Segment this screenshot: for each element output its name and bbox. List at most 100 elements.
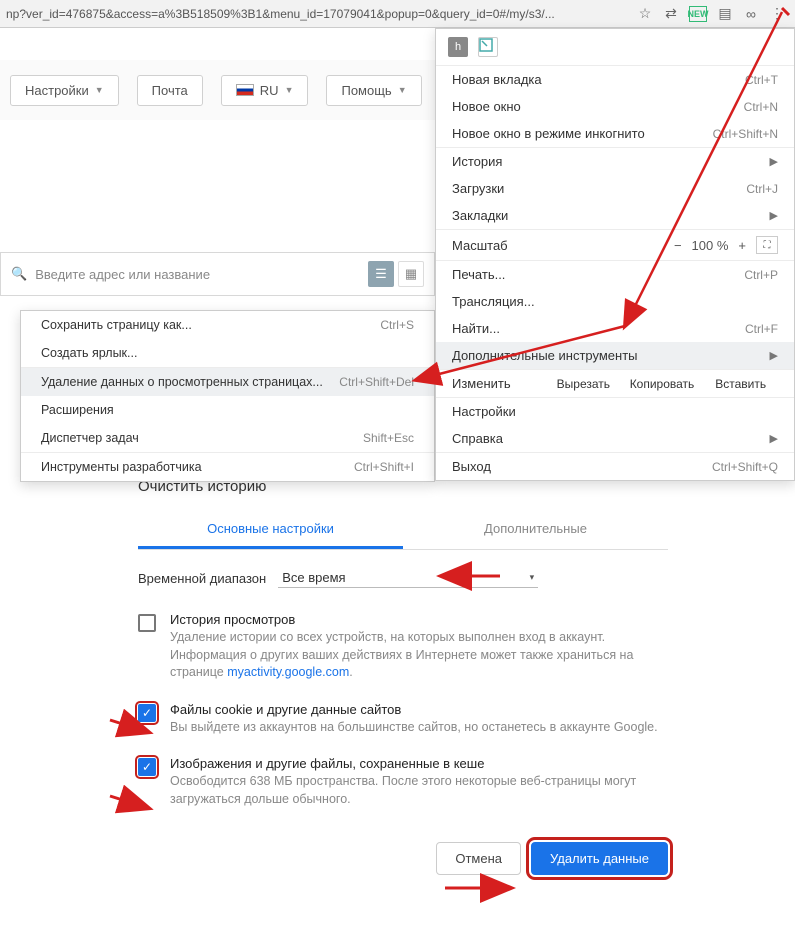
edit-label: Изменить: [452, 376, 542, 391]
label: История: [452, 154, 502, 169]
submenu-extensions[interactable]: Расширения: [21, 396, 434, 424]
label: Выход: [452, 459, 491, 474]
list-view-icon[interactable]: ☰: [368, 261, 394, 287]
option-cookies-row: ✓ Файлы cookie и другие данные сайтов Вы…: [138, 692, 668, 747]
menu-incognito[interactable]: Новое окно в режиме инкогнито Ctrl+Shift…: [436, 120, 794, 147]
chrome-menu-icon[interactable]: ⋮: [769, 6, 785, 22]
label: Удаление данных о просмотренных страница…: [41, 375, 323, 389]
range-label: Временной диапазон: [138, 571, 266, 586]
label: Справка: [452, 431, 503, 446]
submenu-arrow-icon: ▶: [770, 349, 778, 362]
grid-view-icon[interactable]: ▦: [398, 261, 424, 287]
settings-label: Настройки: [25, 83, 89, 98]
shortcut: Ctrl+Shift+Del: [339, 375, 414, 389]
search-input[interactable]: Введите адрес или название: [35, 267, 364, 282]
chevron-down-icon: ▾: [530, 572, 535, 583]
menu-print[interactable]: Печать... Ctrl+P: [436, 261, 794, 288]
mail-button[interactable]: Почта: [137, 75, 203, 106]
cache-checkbox[interactable]: ✓: [138, 758, 156, 776]
chevron-down-icon: ▼: [398, 85, 407, 95]
paste-button[interactable]: Вставить: [703, 377, 778, 391]
menu-account-row: h: [436, 29, 794, 65]
site-toolbar: Настройки ▼ Почта RU ▼ Помощь ▼: [0, 60, 435, 120]
clear-data-button[interactable]: Удалить данные: [531, 842, 668, 875]
submenu-dev-tools[interactable]: Инструменты разработчика Ctrl+Shift+I: [21, 453, 434, 481]
menu-bookmarks[interactable]: Закладки ▶: [436, 202, 794, 229]
label: Создать ярлык...: [41, 346, 137, 360]
label: Расширения: [41, 403, 114, 417]
tab-advanced[interactable]: Дополнительные: [403, 511, 668, 549]
time-range-row: Временной диапазон Все время ▾: [138, 550, 668, 602]
bookmark-star-icon[interactable]: ☆: [637, 6, 653, 22]
submenu-create-shortcut[interactable]: Создать ярлык...: [21, 339, 434, 367]
menu-downloads[interactable]: Загрузки Ctrl+J: [436, 175, 794, 202]
label: Диспетчер задач: [41, 431, 139, 445]
cookies-desc: Вы выйдете из аккаунтов на большинстве с…: [170, 719, 658, 737]
zoom-out-button[interactable]: −: [674, 238, 682, 253]
shortcut: Ctrl+N: [744, 100, 778, 114]
menu-help[interactable]: Справка ▶: [436, 425, 794, 452]
address-search-row: 🔍 Введите адрес или название ☰ ▦: [0, 252, 435, 296]
zoom-in-button[interactable]: +: [738, 238, 746, 253]
shortcut: Ctrl+T: [745, 73, 778, 87]
menu-find[interactable]: Найти... Ctrl+F: [436, 315, 794, 342]
search-icon: 🔍: [11, 266, 27, 282]
submenu-save-page[interactable]: Сохранить страницу как... Ctrl+S: [21, 311, 434, 339]
fullscreen-icon[interactable]: ⛶: [756, 236, 778, 254]
option-history-row: История просмотров Удаление истории со в…: [138, 602, 668, 692]
zoom-label: Масштаб: [452, 238, 662, 253]
menu-history[interactable]: История ▶: [436, 148, 794, 175]
menu-more-tools[interactable]: Дополнительные инструменты ▶: [436, 342, 794, 369]
label: Загрузки: [452, 181, 504, 196]
cache-desc: Освободится 638 МБ пространства. После э…: [170, 773, 668, 808]
history-title: История просмотров: [170, 612, 668, 627]
language-label: RU: [260, 83, 279, 98]
menu-exit[interactable]: Выход Ctrl+Shift+Q: [436, 453, 794, 480]
label: Новое окно в режиме инкогнито: [452, 126, 645, 141]
label: Закладки: [452, 208, 508, 223]
cookies-checkbox[interactable]: ✓: [138, 704, 156, 722]
history-desc: Удаление истории со всех устройств, на к…: [170, 629, 668, 682]
range-value: Все время: [282, 570, 345, 585]
label: Новое окно: [452, 99, 521, 114]
label: Найти...: [452, 321, 500, 336]
settings-dropdown[interactable]: Настройки ▼: [10, 75, 119, 106]
extension-icon-2[interactable]: NEW: [689, 6, 707, 22]
tab-basic[interactable]: Основные настройки: [138, 511, 403, 549]
label: Печать...: [452, 267, 505, 282]
option-cache-row: ✓ Изображения и другие файлы, сохраненны…: [138, 746, 668, 818]
time-range-select[interactable]: Все время ▾: [278, 568, 538, 588]
submenu-task-manager[interactable]: Диспетчер задач Shift+Esc: [21, 424, 434, 452]
label: Настройки: [452, 404, 516, 419]
shortcut: Ctrl+Shift+Q: [712, 460, 778, 474]
menu-new-tab[interactable]: Новая вкладка Ctrl+T: [436, 66, 794, 93]
url-text[interactable]: np?ver_id=476875&access=a%3B518509%3B1&m…: [6, 7, 637, 21]
clear-history-dialog: Очистить историю Основные настройки Допо…: [138, 478, 668, 875]
extension-icon[interactable]: ⇄: [663, 6, 679, 22]
submenu-arrow-icon: ▶: [770, 209, 778, 222]
menu-cast[interactable]: Трансляция...: [436, 288, 794, 315]
cut-button[interactable]: Вырезать: [546, 377, 621, 391]
label: Трансляция...: [452, 294, 535, 309]
toolbar-icons: ☆ ⇄ NEW ▤ ∞ ⋮: [637, 6, 789, 22]
language-dropdown[interactable]: RU ▼: [221, 75, 309, 106]
app-icon[interactable]: [478, 37, 498, 57]
shortcut: Ctrl+Shift+N: [713, 127, 778, 141]
extension-icon-3[interactable]: ▤: [717, 6, 733, 22]
menu-new-window[interactable]: Новое окно Ctrl+N: [436, 93, 794, 120]
profile-icon[interactable]: h: [448, 37, 468, 57]
extension-icon-4[interactable]: ∞: [743, 6, 759, 22]
submenu-clear-browsing[interactable]: Удаление данных о просмотренных страница…: [21, 368, 434, 396]
history-checkbox[interactable]: [138, 614, 156, 632]
zoom-value: 100 %: [692, 238, 729, 253]
russia-flag-icon: [236, 84, 254, 96]
cookies-title: Файлы cookie и другие данные сайтов: [170, 702, 658, 717]
copy-button[interactable]: Копировать: [625, 377, 700, 391]
submenu-arrow-icon: ▶: [770, 432, 778, 445]
shortcut: Shift+Esc: [363, 431, 414, 445]
cancel-button[interactable]: Отмена: [436, 842, 521, 875]
menu-edit-row: Изменить Вырезать Копировать Вставить: [436, 370, 794, 397]
menu-settings[interactable]: Настройки: [436, 398, 794, 425]
help-dropdown[interactable]: Помощь ▼: [326, 75, 421, 106]
myactivity-link[interactable]: myactivity.google.com: [227, 665, 349, 679]
